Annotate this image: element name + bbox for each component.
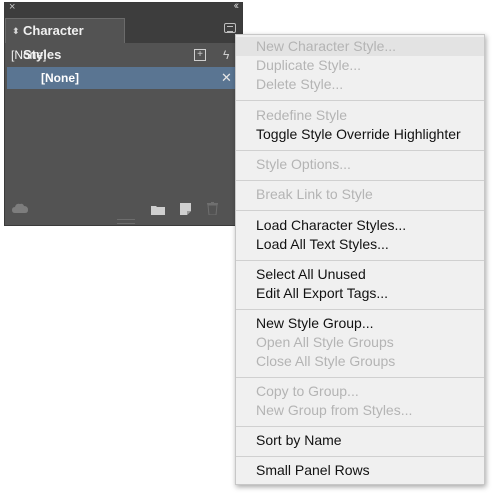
menu-item-small-panel-rows[interactable]: Small Panel Rows <box>256 461 370 480</box>
lightning-icon[interactable]: ϟ <box>223 45 229 65</box>
panel-footer <box>5 195 242 225</box>
menu-item-duplicate-style[interactable]: Duplicate Style... <box>256 56 361 75</box>
menu-item-copy-to-group[interactable]: Copy to Group... <box>256 382 359 401</box>
panel-tab-row: ⬍ Character Styles <box>5 15 242 62</box>
tab-stepper-icon: ⬍ <box>12 26 20 36</box>
cloud-icon[interactable] <box>12 203 28 213</box>
menu-item-edit-export-tags[interactable]: Edit All Export Tags... <box>256 284 388 303</box>
style-list-item-label: [None] <box>41 71 79 85</box>
menu-separator <box>236 260 484 261</box>
menu-item-open-all-style-groups[interactable]: Open All Style Groups <box>256 333 394 352</box>
resize-grip[interactable] <box>117 219 135 224</box>
tab-character-styles[interactable]: ⬍ Character Styles <box>5 18 125 62</box>
menu-separator <box>236 100 484 101</box>
menu-item-toggle-override-highlighter[interactable]: Toggle Style Override Highlighter <box>256 125 461 144</box>
menu-item-new-group-from-styles[interactable]: New Group from Styles... <box>256 401 412 420</box>
new-page-icon[interactable] <box>180 203 191 215</box>
flyout-menu: New Character Style... Duplicate Style..… <box>235 34 485 485</box>
menu-item-load-all-text-styles[interactable]: Load All Text Styles... <box>256 235 389 254</box>
menu-separator <box>236 309 484 310</box>
folder-icon[interactable] <box>151 205 165 215</box>
trash-icon[interactable] <box>207 202 218 215</box>
menu-item-new-character-style[interactable]: New Character Style... <box>236 37 484 56</box>
menu-separator <box>236 377 484 378</box>
menu-item-break-link[interactable]: Break Link to Style <box>256 185 373 204</box>
menu-item-sort-by-name[interactable]: Sort by Name <box>256 431 342 450</box>
menu-separator <box>236 150 484 151</box>
menu-item-redefine-style[interactable]: Redefine Style <box>256 106 347 125</box>
menu-separator <box>236 426 484 427</box>
style-list-item[interactable]: [None] ✕ <box>7 67 243 89</box>
character-styles-panel: × ‹‹ ⬍ Character Styles [None] + ϟ [None… <box>4 0 243 226</box>
menu-separator <box>236 210 484 211</box>
menu-item-style-options[interactable]: Style Options... <box>256 155 351 174</box>
menu-separator <box>236 456 484 457</box>
collapse-icon[interactable]: ‹‹ <box>234 0 240 12</box>
menu-item-new-style-group[interactable]: New Style Group... <box>256 314 374 333</box>
new-style-icon[interactable]: + <box>194 49 206 61</box>
panel-title-bar: × ‹‹ <box>5 0 242 15</box>
panel-menu-icon[interactable] <box>224 23 236 33</box>
menu-item-close-all-style-groups[interactable]: Close All Style Groups <box>256 352 395 371</box>
current-style-label: [None] <box>11 48 47 62</box>
menu-separator <box>236 180 484 181</box>
menu-item-delete-style[interactable]: Delete Style... <box>256 75 343 94</box>
close-icon[interactable]: × <box>9 1 15 13</box>
menu-item-load-character-styles[interactable]: Load Character Styles... <box>256 216 406 235</box>
current-style-row: [None] + ϟ <box>5 45 242 65</box>
tools-icon[interactable]: ✕ <box>221 67 232 89</box>
menu-item-select-all-unused[interactable]: Select All Unused <box>256 265 366 284</box>
